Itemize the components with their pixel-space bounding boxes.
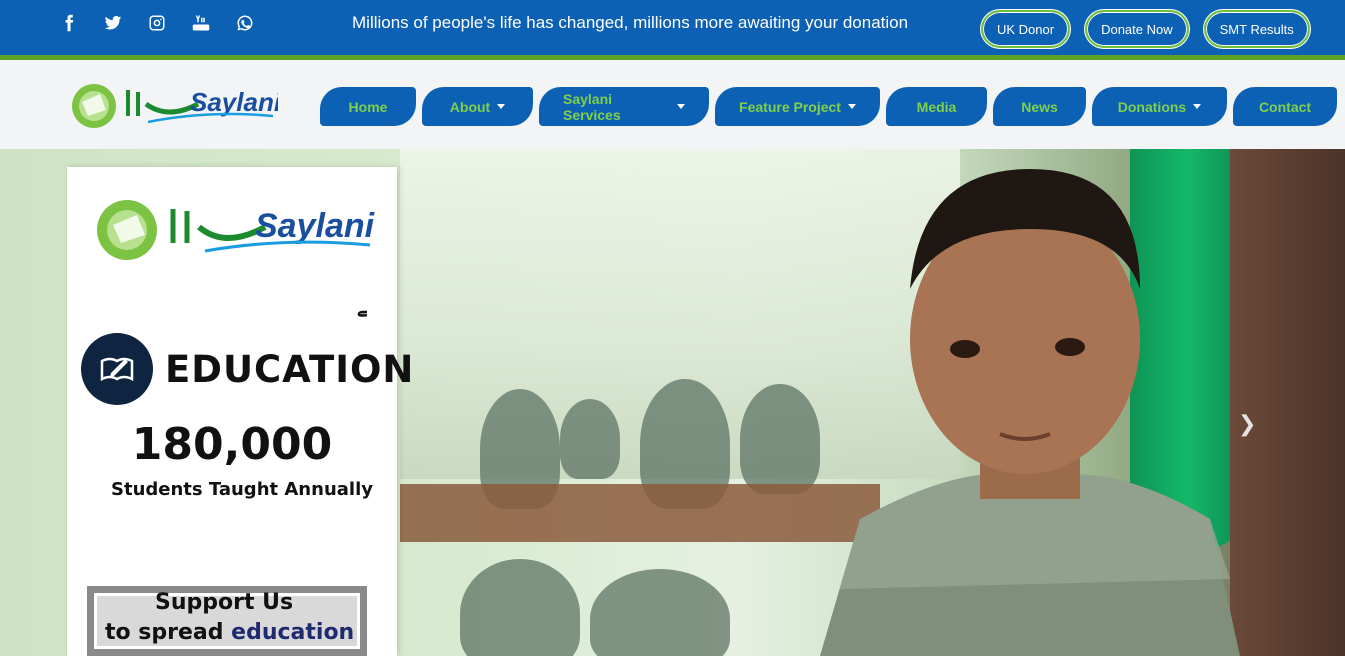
education-heading-row: EDUCATION <box>81 333 414 405</box>
support-us-banner[interactable]: Support Us to spread education <box>87 586 367 656</box>
panel-logo-wordmark: Saylani <box>255 207 375 245</box>
nav-item-feature-project[interactable]: Feature Project <box>715 87 880 126</box>
nav-item-label: Home <box>348 98 388 115</box>
dropdown-caret-icon <box>677 104 685 109</box>
top-action-buttons: UK Donor Donate Now SMT Results <box>981 10 1310 48</box>
facebook-icon[interactable] <box>58 12 80 34</box>
donate-now-button[interactable]: Donate Now <box>1085 10 1189 48</box>
whatsapp-icon[interactable] <box>234 12 256 34</box>
uk-donor-button[interactable]: UK Donor <box>981 10 1071 48</box>
panel-saylani-logo: Saylani <box>97 200 375 260</box>
dropdown-caret-icon <box>497 104 506 109</box>
support-line-2-prefix: to spread <box>105 620 224 645</box>
nav-item-home[interactable]: Home <box>320 87 416 126</box>
nav-item-label: News <box>1021 98 1058 115</box>
nav-item-contact[interactable]: Contact <box>1233 87 1337 126</box>
nav-item-saylani-services[interactable]: Saylani Services <box>539 87 709 126</box>
nav-item-news[interactable]: News <box>993 87 1086 126</box>
slider-next-icon[interactable]: ❯ <box>1238 411 1256 437</box>
students-stat-value: 180,000 <box>131 419 333 470</box>
student-boy-image <box>820 169 1240 656</box>
support-line-2-accent: education <box>231 620 355 645</box>
twitter-icon[interactable] <box>102 12 124 34</box>
nav-item-label: About <box>449 98 491 115</box>
top-bar: Millions of people's life has changed, m… <box>0 0 1345 55</box>
main-navbar: Saylani Home About Saylani Services Feat… <box>0 60 1345 149</box>
nav-item-label: Feature Project <box>739 98 841 115</box>
dropdown-caret-icon <box>847 104 856 109</box>
nav-item-label: Donations <box>1117 98 1187 115</box>
youtube-icon[interactable] <box>190 12 212 34</box>
smt-results-button[interactable]: SMT Results <box>1203 10 1310 48</box>
nav-item-label: Saylani Services <box>563 90 621 123</box>
nav-item-donations[interactable]: Donations <box>1092 87 1227 126</box>
urdu-tagline-text: تعلیم ہی پاکستان کی ترقی کا ذریعہ ہے <box>357 297 367 318</box>
saylani-logo[interactable]: Saylani <box>68 80 282 132</box>
social-links <box>58 12 256 34</box>
dropdown-caret-icon <box>1193 104 1202 109</box>
support-line-1: Support Us <box>155 590 294 615</box>
education-campaign-panel: Saylani تعلیم ہی پاکستان کی ترقی کا ذریع… <box>67 167 709 656</box>
nav-item-about[interactable]: About <box>422 87 533 126</box>
students-stat-label: Students Taught Annually <box>111 479 373 500</box>
support-line-2: to spread education <box>105 620 354 645</box>
education-title: EDUCATION <box>165 347 415 391</box>
urdu-tagline: تعلیم ہی پاکستان کی ترقی کا ذریعہ ہے <box>107 285 709 325</box>
classroom-desk-image <box>400 484 880 542</box>
nav-item-label: Media <box>916 98 957 115</box>
logo-wordmark: Saylani <box>190 87 278 117</box>
instagram-icon[interactable] <box>146 12 168 34</box>
nav-item-label: Contact <box>1258 98 1312 115</box>
nav-menu: Home About Saylani Services Feature Proj… <box>320 87 1337 126</box>
donation-tagline: Millions of people's life has changed, m… <box>352 13 909 32</box>
shelf-image <box>1230 149 1345 656</box>
nav-item-media[interactable]: Media <box>886 87 987 126</box>
book-pen-icon <box>81 333 153 405</box>
